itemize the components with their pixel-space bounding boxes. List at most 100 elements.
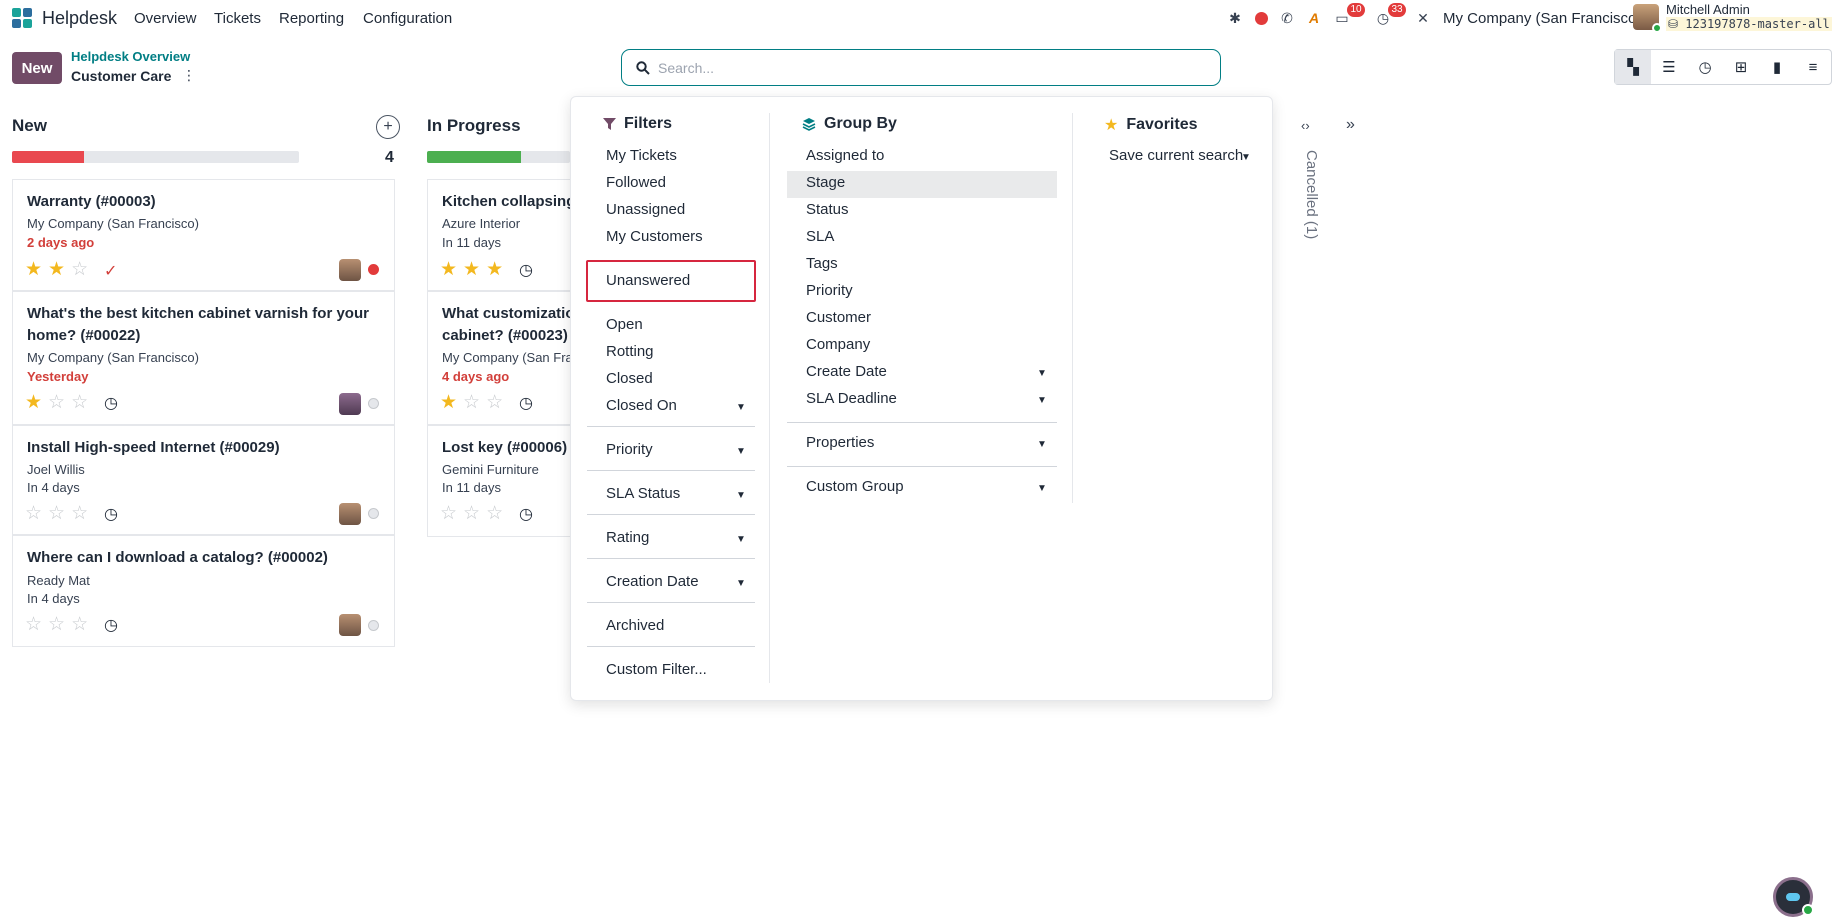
company-switcher[interactable]: My Company (San Francisco): [1443, 10, 1641, 27]
star-icon[interactable]: ★: [48, 258, 65, 281]
star-icon[interactable]: ☆: [440, 502, 457, 525]
ai-icon[interactable]: A: [1305, 9, 1323, 27]
graph-view-icon[interactable]: ▮: [1759, 50, 1795, 84]
fold-toggle-icon[interactable]: ‹›: [1301, 118, 1310, 133]
caret-down-icon[interactable]: ▼: [1037, 439, 1047, 450]
breadcrumb-parent[interactable]: Helpdesk Overview: [71, 49, 190, 64]
list-view-icon[interactable]: ☰: [1651, 50, 1687, 84]
star-icon[interactable]: ☆: [48, 391, 65, 414]
filter-rating[interactable]: Rating: [606, 525, 649, 551]
kanban-card[interactable]: What customizatio cabinet? (#00023) My C…: [427, 291, 577, 425]
star-icon[interactable]: ☆: [48, 502, 65, 525]
groupby-create-date[interactable]: Create Date: [806, 359, 887, 385]
user-name[interactable]: Mitchell Admin: [1666, 2, 1750, 17]
priority-stars[interactable]: ★ ☆ ☆: [25, 391, 88, 414]
progress-green-segment[interactable]: [427, 151, 522, 163]
tools-icon[interactable]: ✕: [1414, 9, 1432, 27]
groupby-tags[interactable]: Tags: [806, 251, 838, 277]
bug-icon[interactable]: ✱: [1226, 9, 1244, 27]
groupby-sla[interactable]: SLA: [806, 224, 834, 250]
groupby-status[interactable]: Status: [806, 197, 849, 223]
star-icon[interactable]: ☆: [48, 613, 65, 636]
star-icon[interactable]: ★: [25, 391, 42, 414]
star-icon[interactable]: ☆: [71, 258, 88, 281]
menu-reporting[interactable]: Reporting: [279, 10, 344, 27]
filter-archived[interactable]: Archived: [606, 613, 664, 639]
assignee-avatar[interactable]: [339, 503, 361, 525]
menu-overview[interactable]: Overview: [134, 10, 197, 27]
star-icon[interactable]: ☆: [25, 502, 42, 525]
priority-stars[interactable]: ★ ★ ☆: [25, 258, 88, 281]
search-bar[interactable]: [621, 49, 1221, 86]
filter-closed[interactable]: Closed: [606, 366, 653, 392]
kanban-card[interactable]: Warranty (#00003) My Company (San Franci…: [12, 179, 395, 291]
caret-down-icon[interactable]: ▼: [736, 578, 746, 589]
priority-stars[interactable]: ☆ ☆ ☆: [440, 502, 503, 525]
groupby-assigned-to[interactable]: Assigned to: [806, 143, 884, 169]
expand-columns-icon[interactable]: »: [1346, 116, 1355, 134]
priority-stars[interactable]: ☆ ☆ ☆: [25, 613, 88, 636]
clock-icon[interactable]: ◷: [519, 393, 533, 413]
caret-down-icon[interactable]: ▼: [1241, 152, 1251, 163]
star-icon[interactable]: ★: [25, 258, 42, 281]
assignee-avatar[interactable]: [339, 614, 361, 636]
caret-down-icon[interactable]: ▼: [736, 402, 746, 413]
star-icon[interactable]: ★: [440, 391, 457, 414]
helpdesk-logo-icon[interactable]: [10, 6, 34, 30]
caret-down-icon[interactable]: ▼: [1037, 368, 1047, 379]
app-name[interactable]: Helpdesk: [42, 8, 117, 29]
groupby-priority[interactable]: Priority: [806, 278, 853, 304]
folded-column-cancelled[interactable]: Cancelled (1): [1296, 150, 1320, 260]
groupby-customer[interactable]: Customer: [806, 305, 871, 331]
gantt-view-icon[interactable]: ≡: [1795, 50, 1831, 84]
priority-stars[interactable]: ★ ★ ★: [440, 258, 503, 281]
kanban-card[interactable]: Install High-speed Internet (#00029) Joe…: [12, 425, 395, 535]
groupby-properties[interactable]: Properties: [806, 430, 874, 456]
assignee-avatar[interactable]: [339, 259, 361, 281]
star-icon[interactable]: ☆: [463, 502, 480, 525]
record-icon[interactable]: [1252, 9, 1270, 27]
filter-creation-date[interactable]: Creation Date: [606, 569, 699, 595]
filter-followed[interactable]: Followed: [606, 170, 666, 196]
column-title-in-progress[interactable]: In Progress: [427, 116, 521, 136]
column-progress-new[interactable]: [12, 151, 299, 163]
kanban-card[interactable]: Kitchen collapsing Azure Interior In 11 …: [427, 179, 577, 291]
pivot-view-icon[interactable]: ⊞: [1723, 50, 1759, 84]
kanban-state-icon[interactable]: [368, 508, 379, 519]
filter-my-tickets[interactable]: My Tickets: [606, 143, 677, 169]
groupby-custom-group[interactable]: Custom Group: [806, 474, 904, 500]
filter-rotting[interactable]: Rotting: [606, 339, 654, 365]
progress-red-segment[interactable]: [12, 151, 84, 163]
priority-stars[interactable]: ☆ ☆ ☆: [25, 502, 88, 525]
star-icon[interactable]: ☆: [486, 502, 503, 525]
kanban-view-icon[interactable]: ▚: [1615, 50, 1651, 84]
priority-stars[interactable]: ★ ☆ ☆: [440, 391, 503, 414]
star-icon[interactable]: ☆: [25, 613, 42, 636]
caret-down-icon[interactable]: ▼: [1037, 483, 1047, 494]
add-card-icon[interactable]: +: [376, 115, 400, 139]
clock-icon[interactable]: ◷: [104, 504, 118, 524]
caret-down-icon[interactable]: ▼: [1037, 395, 1047, 406]
filter-my-customers[interactable]: My Customers: [606, 224, 703, 250]
kanban-card[interactable]: What's the best kitchen cabinet varnish …: [12, 291, 395, 425]
caret-down-icon[interactable]: ▼: [736, 446, 746, 457]
custom-filter-link[interactable]: Custom Filter...: [606, 657, 707, 683]
phone-icon[interactable]: ✆: [1278, 9, 1296, 27]
assignee-avatar[interactable]: [339, 393, 361, 415]
user-avatar[interactable]: [1633, 4, 1662, 33]
search-input[interactable]: [658, 59, 1198, 76]
filter-open[interactable]: Open: [606, 312, 643, 338]
save-current-search[interactable]: Save current search: [1109, 143, 1243, 169]
filter-priority[interactable]: Priority: [606, 437, 653, 463]
kanban-state-icon[interactable]: [368, 620, 379, 631]
star-icon[interactable]: ☆: [71, 502, 88, 525]
star-icon[interactable]: ★: [463, 258, 480, 281]
check-icon[interactable]: ✓: [104, 261, 117, 281]
column-title-new[interactable]: New: [12, 116, 47, 136]
groupby-company[interactable]: Company: [806, 332, 870, 358]
menu-tickets[interactable]: Tickets: [214, 10, 261, 27]
clock-icon[interactable]: ◷: [104, 615, 118, 635]
filter-unanswered[interactable]: Unanswered: [606, 268, 690, 294]
activity-view-icon[interactable]: ◷: [1687, 50, 1723, 84]
groupby-sla-deadline[interactable]: SLA Deadline: [806, 386, 897, 412]
